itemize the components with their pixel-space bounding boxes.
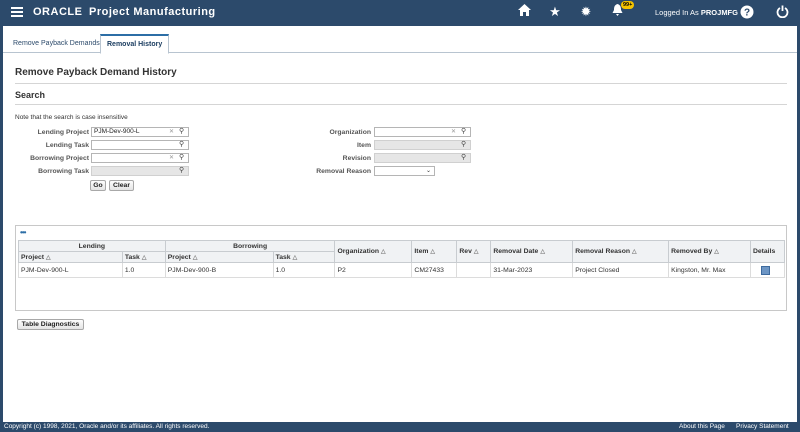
hamburger-menu-icon[interactable] (11, 7, 23, 17)
search-section-title: Search (15, 90, 46, 100)
svg-text:?: ? (744, 8, 750, 19)
search-icon[interactable]: ⚲ (461, 127, 466, 135)
col-removed-by[interactable]: Removed By △ (668, 240, 751, 263)
revision-input[interactable] (374, 153, 471, 163)
top-bar: ORACLE Project Manufacturing ★ ✹ 99+ Log… (0, 0, 800, 26)
results-table-container: ••• Lending Borrowing Organization △ Item… (15, 225, 787, 311)
more-actions-icon[interactable]: ••• (20, 228, 26, 237)
clear-icon[interactable]: ✕ (451, 128, 456, 135)
cell-borrowing-task: 1.0 (272, 262, 336, 278)
cell-details (749, 262, 786, 278)
page-title: Remove Payback Demand History (15, 67, 177, 78)
clear-icon[interactable]: ✕ (169, 128, 174, 135)
organization-label: Organization (329, 129, 371, 136)
cell-lending-task: 1.0 (121, 262, 166, 278)
cell-removal-date: 31-Mar-2023 (490, 262, 574, 278)
search-icon[interactable]: ⚲ (179, 127, 184, 135)
cell-organization: P2 (334, 262, 413, 278)
sort-icon: △ (46, 254, 51, 261)
item-input[interactable] (374, 140, 471, 150)
help-icon[interactable]: ? (739, 5, 755, 21)
details-icon[interactable] (760, 265, 770, 275)
lending-group-header: Lending (18, 240, 166, 252)
clear-icon[interactable]: ✕ (169, 154, 174, 161)
lending-project-label: Lending Project (37, 129, 89, 136)
col-details: Details (749, 240, 786, 263)
tab-removal-history[interactable]: Removal History (100, 34, 170, 54)
results-table: Lending Borrowing Organization △ Item △ Re… (18, 240, 786, 278)
removal-reason-label: Removal Reason (316, 168, 371, 175)
cell-removal-reason: Project Closed (572, 262, 670, 278)
search-icon[interactable]: ⚲ (179, 166, 184, 174)
table-diagnostics-button[interactable]: Table Diagnostics (17, 319, 84, 330)
sort-icon: △ (292, 254, 298, 261)
borrowing-project-label: Borrowing Project (30, 155, 89, 162)
borrowing-group-header: Borrowing (164, 240, 336, 252)
search-icon[interactable]: ⚲ (179, 140, 184, 148)
cell-item: CM27433 (411, 262, 458, 278)
search-note: Note that the search is case insensitive (15, 114, 128, 121)
item-label: Item (357, 142, 371, 149)
favorites-star-icon[interactable]: ★ (547, 4, 563, 20)
app-name: Project Manufacturing (89, 6, 216, 18)
sort-icon: △ (381, 249, 386, 255)
sort-icon: △ (141, 254, 147, 261)
search-icon[interactable]: ⚲ (461, 153, 466, 161)
cell-lending-project: PJM-Dev-900-L (18, 262, 123, 278)
tab-bar: Remove Payback Demands Removal History (3, 26, 797, 54)
col-removal-date[interactable]: Removal Date △ (490, 240, 574, 263)
sort-icon: △ (714, 249, 719, 255)
divider (15, 83, 787, 84)
sort-icon: △ (430, 249, 436, 255)
copyright-text: Copyright (c) 1998, 2021, Oracle and/or … (4, 423, 210, 430)
brand-title: ORACLE Project Manufacturing (33, 6, 216, 18)
sort-icon: △ (192, 254, 198, 261)
search-icon[interactable]: ⚲ (179, 153, 184, 161)
lending-task-input[interactable] (91, 140, 189, 150)
footer: Copyright (c) 1998, 2021, Oracle and/or … (0, 422, 800, 432)
col-lending-project[interactable]: Project △ (18, 251, 123, 263)
notification-count-badge: 99+ (621, 1, 635, 9)
col-item[interactable]: Item △ (411, 240, 458, 263)
removal-reason-select[interactable]: ⌄ (374, 166, 435, 176)
chevron-down-icon: ⌄ (425, 168, 431, 174)
table-row: PJM-Dev-900-L 1.0 PJM-Dev-900-B 1.0 P2 C… (18, 262, 786, 278)
cell-removed-by: Kingston, Mr. Max (668, 262, 751, 278)
username: PROJMFG (700, 8, 738, 17)
content-area: Remove Payback Demand History Search Not… (3, 54, 797, 422)
privacy-statement-link[interactable]: Privacy Statement (736, 423, 789, 430)
cell-rev (456, 262, 492, 278)
sort-icon: △ (632, 249, 637, 255)
revision-label: Revision (342, 155, 371, 162)
oracle-logo: ORACLE (33, 6, 83, 18)
col-rev[interactable]: Rev △ (456, 240, 492, 263)
col-borrowing-project[interactable]: Project △ (164, 251, 274, 263)
organization-input[interactable] (374, 127, 471, 137)
lending-task-label: Lending Task (45, 142, 89, 149)
logged-in-prefix: Logged In As (655, 8, 699, 17)
tab-remove-payback-demands[interactable]: Remove Payback Demands (7, 35, 106, 53)
about-page-link[interactable]: About this Page (679, 423, 725, 430)
sort-icon: △ (473, 249, 479, 255)
home-icon[interactable] (516, 4, 532, 20)
search-icon[interactable]: ⚲ (461, 140, 466, 148)
cell-borrowing-project: PJM-Dev-900-B (164, 262, 274, 278)
borrowing-project-input[interactable] (91, 153, 189, 163)
col-removal-reason[interactable]: Removal Reason △ (572, 240, 670, 263)
clear-button[interactable]: Clear (109, 180, 134, 191)
col-organization[interactable]: Organization △ (334, 240, 413, 263)
logged-in-text: Logged In As PROJMFG (655, 8, 738, 17)
col-borrowing-task[interactable]: Task △ (272, 251, 336, 263)
lending-project-input[interactable]: PJM-Dev-900-L (91, 127, 189, 137)
main-panel: Remove Payback Demands Removal History R… (3, 26, 797, 422)
borrowing-task-input[interactable] (91, 166, 189, 176)
sort-icon: △ (540, 249, 545, 255)
divider (15, 104, 787, 105)
settings-gear-icon[interactable]: ✹ (578, 4, 594, 20)
borrowing-task-label: Borrowing Task (38, 168, 89, 175)
logout-power-icon[interactable] (774, 5, 790, 21)
col-lending-task[interactable]: Task △ (121, 251, 166, 263)
go-button[interactable]: Go (90, 180, 106, 191)
